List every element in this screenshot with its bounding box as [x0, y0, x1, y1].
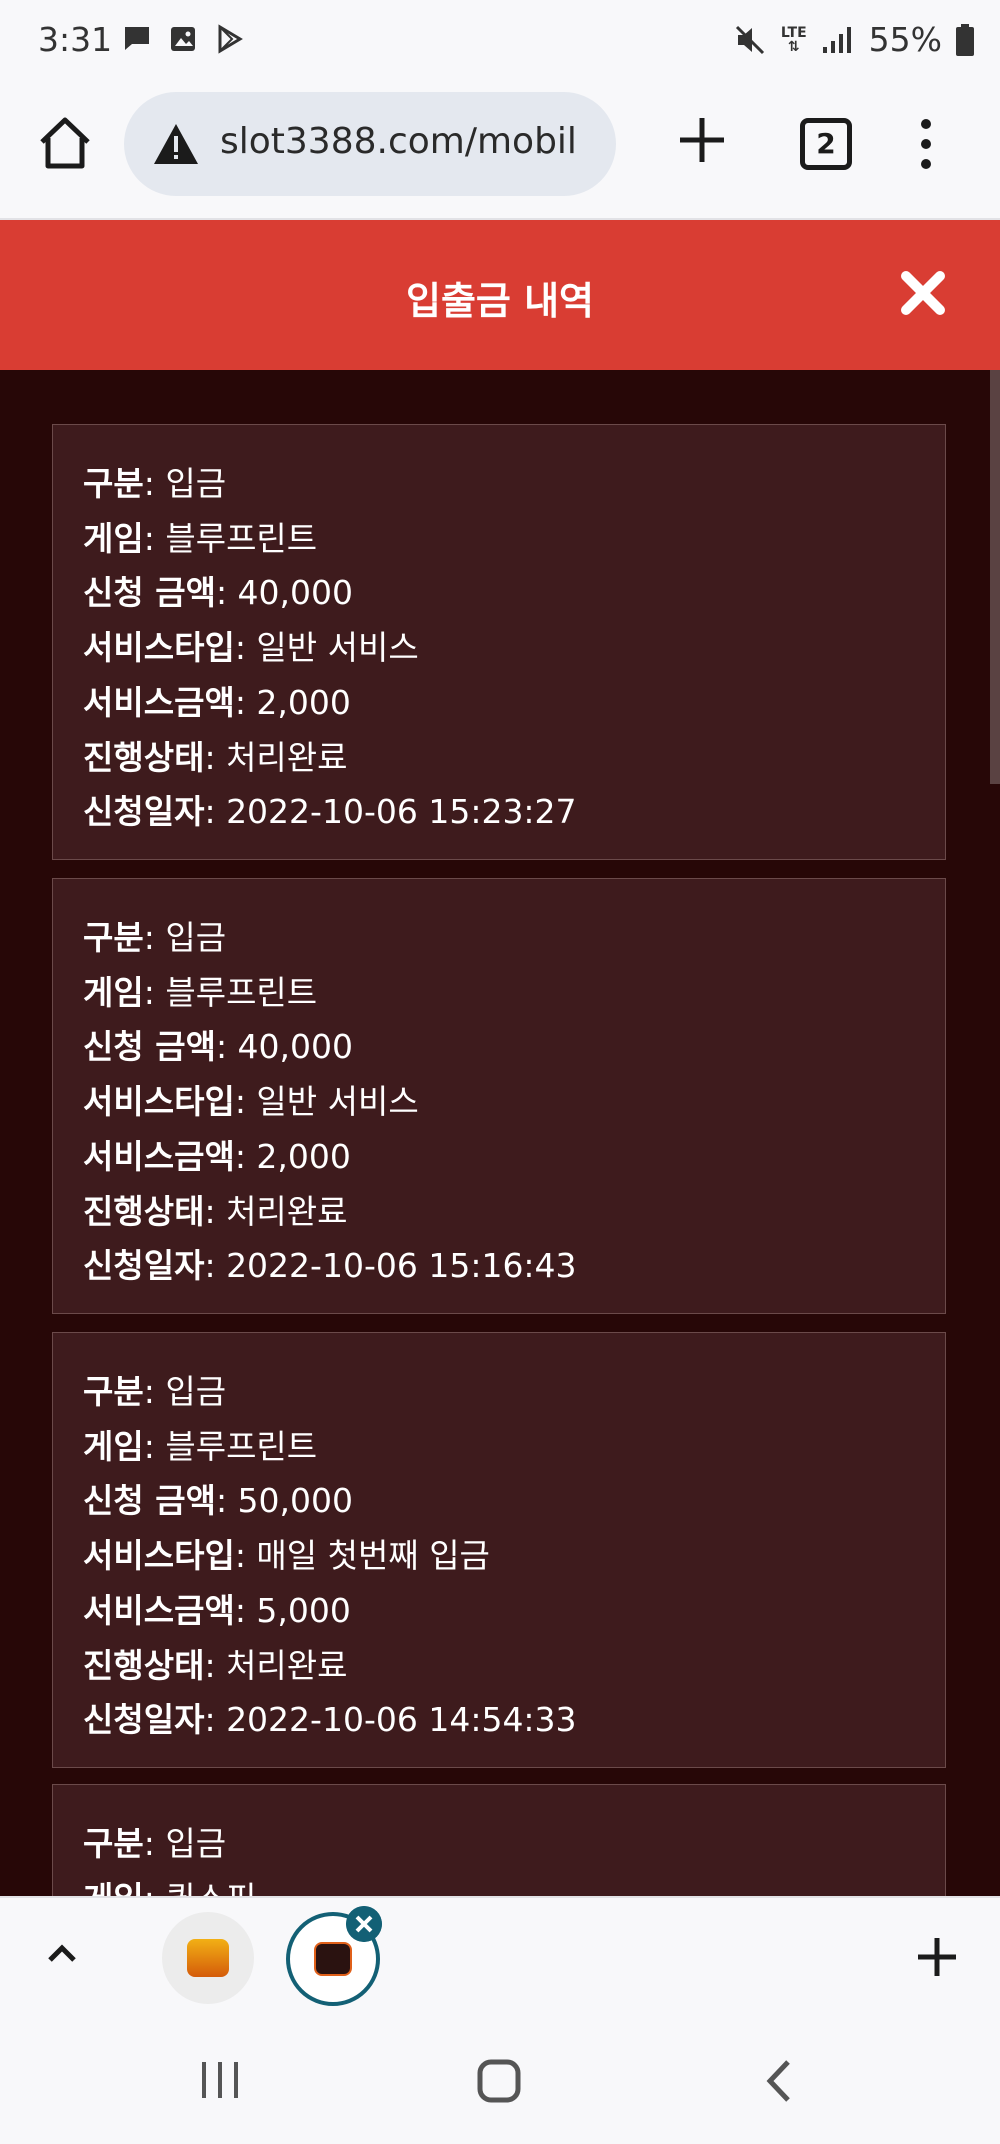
scrollbar[interactable] [990, 370, 1000, 784]
transaction-history-list[interactable]: 구분: 입금 게임: 블루프린트 신청 금액: 40,000 서비스타입: 일반… [0, 370, 1000, 1896]
close-tab-icon[interactable] [346, 1906, 382, 1942]
row-type: 구분: 입금 [83, 1824, 227, 1863]
row-type: 구분: 입금 [83, 1372, 227, 1411]
row-service-type: 서비스타입: 일반 서비스 [83, 628, 419, 668]
more-menu-icon[interactable] [908, 116, 944, 172]
close-icon[interactable] [898, 268, 948, 318]
row-service-type: 서비스타입: 매일 첫번째 입금 [83, 1536, 490, 1576]
signal-icon [822, 26, 851, 53]
site-favicon [314, 1942, 352, 1976]
transaction-card: 구분: 입금 게임: 퀵스핀 [52, 1784, 946, 1896]
row-game: 게임: 블루프린트 [83, 518, 318, 558]
row-game: 게임: 블루프린트 [83, 972, 318, 1012]
row-status: 진행상태: 처리완료 [83, 1645, 348, 1685]
battery-icon [956, 23, 974, 56]
message-icon [125, 27, 149, 50]
status-time: 3:31 [38, 20, 113, 59]
site-favicon [187, 1939, 229, 1977]
home-icon[interactable] [34, 112, 96, 174]
chevron-up-icon[interactable] [44, 1936, 80, 1972]
row-game: 게임: 블루프린트 [83, 1426, 318, 1466]
recent-apps-icon[interactable] [198, 2060, 242, 2100]
row-date: 신청일자: 2022-10-06 15:16:43 [83, 1246, 577, 1286]
add-tab-icon[interactable] [914, 1934, 960, 1980]
tab-strip [0, 1896, 1000, 2020]
lte-indicator: LTE ⇅ [780, 24, 807, 55]
row-status: 진행상태: 처리완료 [83, 737, 348, 777]
url-text[interactable]: slot3388.com/mobil [220, 121, 577, 162]
row-amount: 신청 금액: 40,000 [83, 1027, 354, 1067]
system-navigation-bar [0, 2018, 1000, 2144]
row-date: 신청일자: 2022-10-06 15:23:27 [83, 792, 577, 832]
home-nav-icon[interactable] [476, 2058, 522, 2104]
transaction-card: 구분: 입금 게임: 블루프린트 신청 금액: 40,000 서비스타입: 일반… [52, 424, 946, 860]
new-tab-icon[interactable] [672, 110, 732, 170]
battery-percent: 55% [868, 20, 942, 59]
row-type: 구분: 입금 [83, 918, 227, 957]
transaction-card: 구분: 입금 게임: 블루프린트 신청 금액: 50,000 서비스타입: 매일… [52, 1332, 946, 1768]
row-type: 구분: 입금 [83, 464, 227, 503]
gallery-icon [171, 27, 195, 51]
back-icon[interactable] [760, 2058, 800, 2104]
row-status: 진행상태: 처리완료 [83, 1191, 348, 1231]
browser-toolbar: slot3388.com/mobil 2 [0, 86, 1000, 220]
row-service-amount: 서비스금액: 2,000 [83, 682, 351, 722]
row-amount: 신청 금액: 40,000 [83, 573, 354, 613]
row-service-type: 서비스타입: 일반 서비스 [83, 1082, 419, 1122]
not-secure-warning-icon [154, 124, 198, 164]
tab-switcher-button[interactable]: 2 [800, 118, 852, 170]
page-header: 입출금 내역 [0, 220, 1000, 370]
status-bar: 3:31 LTE ⇅ 55% [0, 0, 1000, 86]
mute-icon [735, 25, 764, 54]
transaction-card: 구분: 입금 게임: 블루프린트 신청 금액: 40,000 서비스타입: 일반… [52, 878, 946, 1314]
page-title: 입출금 내역 [405, 279, 595, 323]
play-store-icon [218, 24, 243, 54]
row-game: 게임: 퀵스핀 [83, 1872, 945, 1896]
tab-thumbnail-1[interactable] [162, 1912, 254, 2004]
address-bar[interactable]: slot3388.com/mobil [124, 92, 616, 196]
row-amount: 신청 금액: 50,000 [83, 1481, 354, 1521]
row-service-amount: 서비스금액: 2,000 [83, 1136, 351, 1176]
row-date: 신청일자: 2022-10-06 14:54:33 [83, 1700, 577, 1740]
row-service-amount: 서비스금액: 5,000 [83, 1590, 351, 1630]
